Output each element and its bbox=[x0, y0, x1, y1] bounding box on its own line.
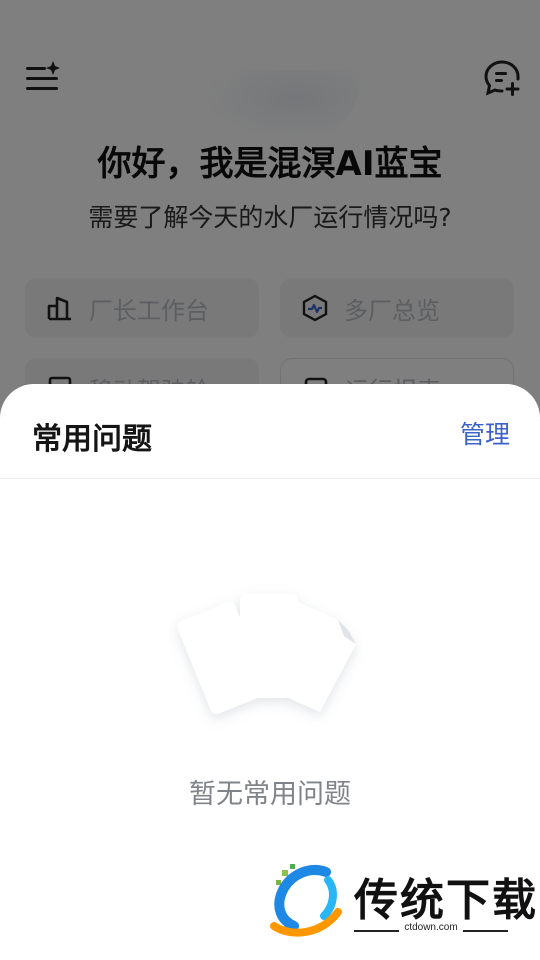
ctdown-logo-icon bbox=[270, 864, 342, 937]
watermark-brand: 传统下载 bbox=[354, 875, 538, 926]
empty-state-text: 暂无常用问题 bbox=[189, 779, 351, 810]
watermark-rule bbox=[463, 930, 508, 932]
sheet-title: 常用问题 bbox=[32, 422, 152, 457]
watermark-rule bbox=[354, 930, 399, 932]
watermark: 传统下载 ctdown.com bbox=[268, 862, 536, 940]
watermark-url: ctdown.com bbox=[404, 922, 458, 933]
divider bbox=[0, 478, 540, 479]
documents-empty-icon bbox=[170, 584, 380, 734]
manage-button[interactable]: 管理 bbox=[460, 415, 510, 451]
